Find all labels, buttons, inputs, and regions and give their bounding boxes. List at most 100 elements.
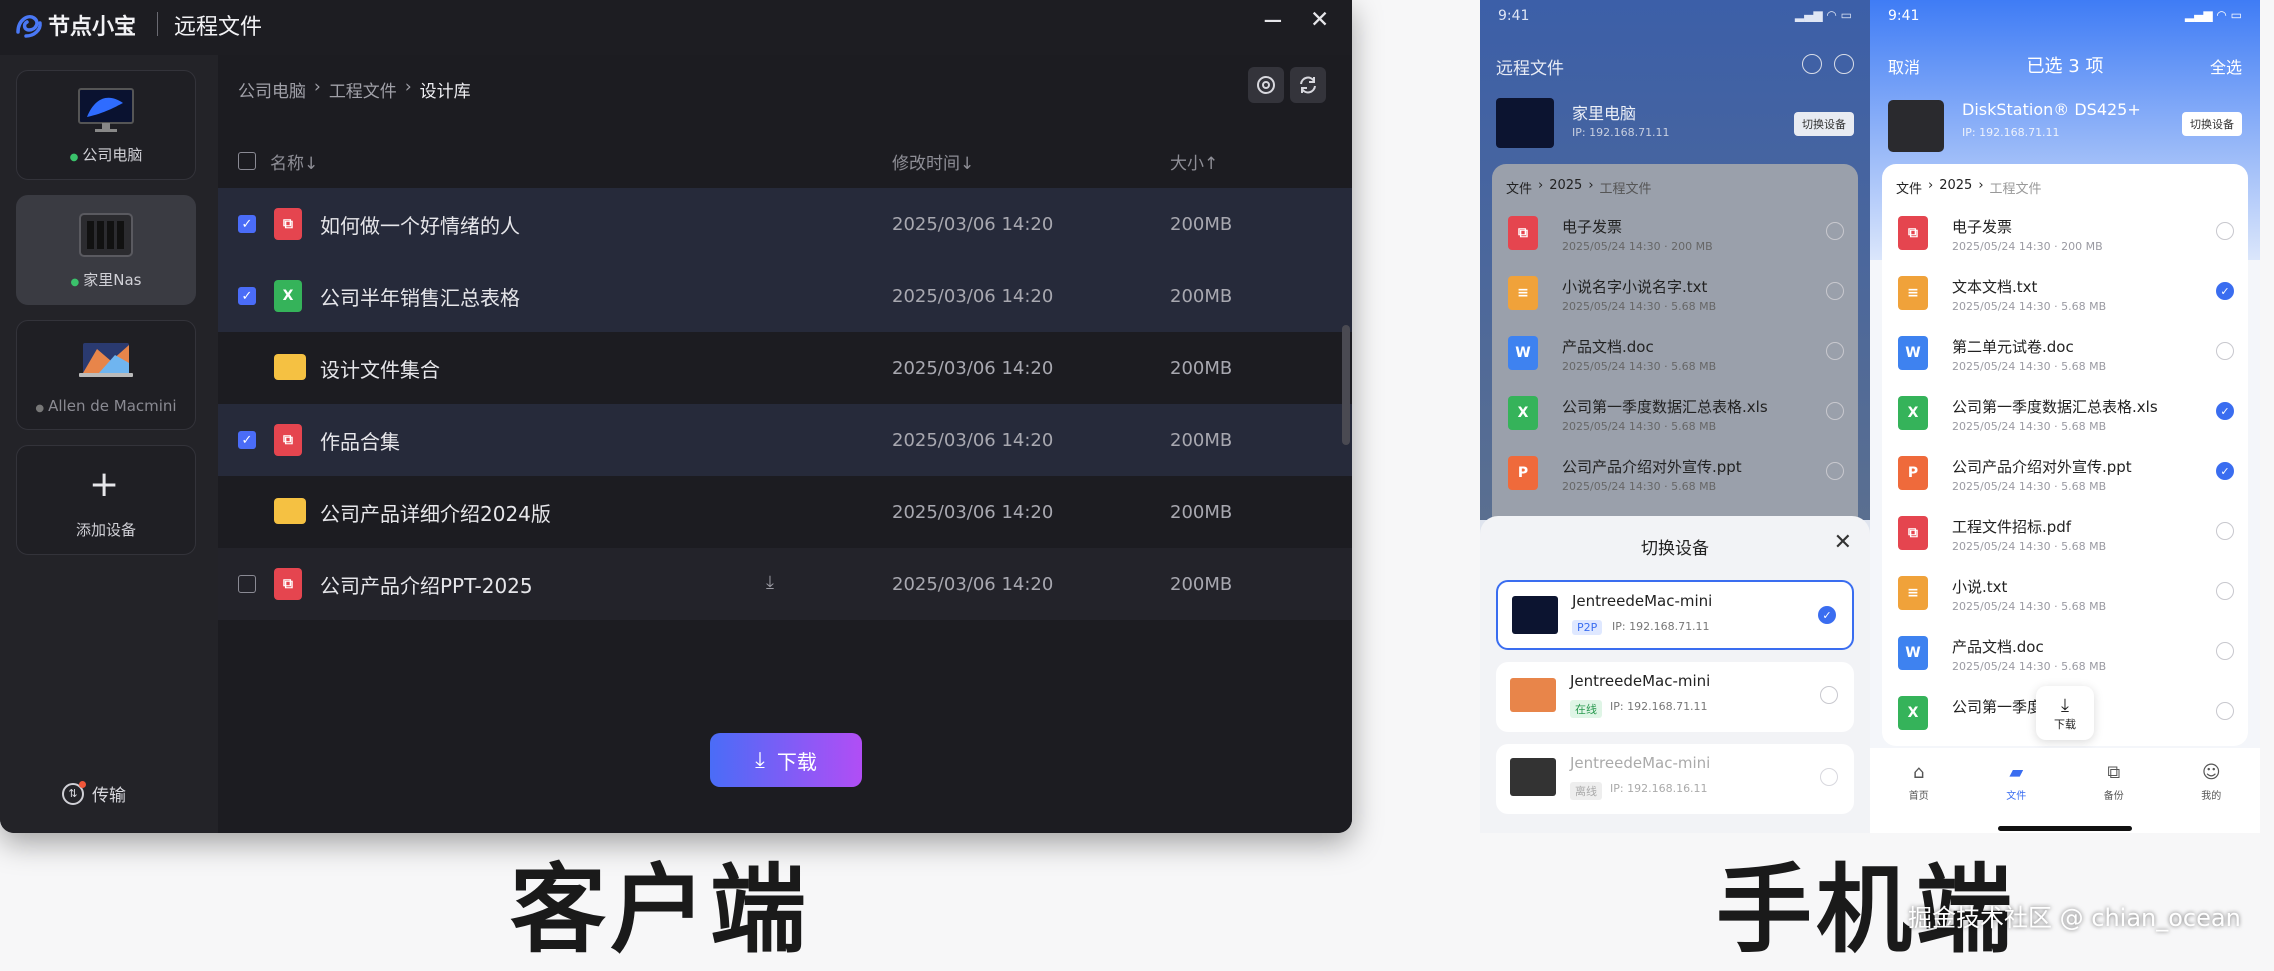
settings-icon[interactable] [1834,54,1854,74]
column-modified[interactable]: 修改时间↓ [892,149,974,174]
crumb[interactable]: 文件 [1506,178,1532,197]
pdf-icon: ⧉ [1508,216,1538,250]
folder-icon: ▰ [2009,762,2024,783]
row-radio[interactable] [1826,222,1844,240]
switch-device-button[interactable]: 切换设备 [1794,112,1854,136]
column-name[interactable]: 名称↓ [270,149,318,174]
device-item-home-nas[interactable]: ● 家里Nas [16,195,196,305]
row-checkbox[interactable]: ✓ [238,287,256,305]
list-item[interactable]: ⧉ 工程文件招标.pdf 2025/05/24 14:30 · 5.68 MB [1882,504,2248,564]
row-radio[interactable] [2216,222,2234,240]
breadcrumb: 文件 › 2025 › 工程文件 [1896,178,2042,197]
download-row-icon[interactable]: ⤓ [766,572,774,593]
excel-icon: X [274,280,302,312]
crumb[interactable]: 文件 [1896,178,1922,197]
table-row[interactable]: ✓ X 公司半年销售汇总表格 2025/03/06 14:20 200MB [218,260,1352,332]
row-radio[interactable] [2216,582,2234,600]
list-item[interactable]: ⧉ 电子发票 2025/05/24 14:30 · 200 MB [1492,204,1858,264]
row-radio-checked[interactable]: ✓ [2216,462,2234,480]
selected-count: 已选 3 项 [2026,56,2104,77]
list-item[interactable]: W 产品文档.doc 2025/05/24 14:30 · 5.68 MB [1492,324,1858,384]
crumb[interactable]: 2025 [1939,178,1972,197]
tab-mine[interactable]: ☺ 我的 [2201,762,2221,833]
row-checkbox[interactable]: ✓ [238,431,256,449]
download-button[interactable]: ⤓ 下载 [710,733,862,787]
selected-check-icon[interactable]: ✓ [1818,606,1836,624]
crumb-current: 工程文件 [1989,182,2042,197]
device-name: 家里电脑 [1572,104,1637,123]
row-radio[interactable] [2216,642,2234,660]
list-item[interactable]: W 第二单元试卷.doc 2025/05/24 14:30 · 5.68 MB [1882,324,2248,384]
row-radio-checked[interactable]: ✓ [2216,402,2234,420]
file-name: 公司产品介绍对外宣传.ppt [1562,458,1742,476]
row-radio[interactable] [2216,342,2234,360]
row-radio[interactable] [1820,686,1838,704]
word-icon: W [1508,336,1538,370]
close-button[interactable]: ✕ [1310,7,1329,33]
table-row[interactable]: 设计文件集合 2025/03/06 14:20 200MB [218,332,1352,404]
crumb[interactable]: 2025 [1549,178,1582,197]
list-item[interactable]: W 产品文档.doc 2025/05/24 14:30 · 5.68 MB [1882,624,2248,684]
device-item-company-pc[interactable]: ● 公司电脑 [16,70,196,180]
transfer-icon[interactable] [1802,54,1822,74]
tab-backup[interactable]: ⧉ 备份 [2104,762,2124,833]
app-name: 节点小宝 [48,15,137,40]
row-radio[interactable] [2216,522,2234,540]
select-all-checkbox[interactable] [238,152,256,170]
file-meta: 2025/05/24 14:30 · 5.68 MB [1952,600,2107,613]
tab-home[interactable]: ⌂ 首页 [1909,762,1929,833]
file-name: 如何做一个好情绪的人 [320,213,520,238]
list-item[interactable]: ≡ 文本文档.txt 2025/05/24 14:30 · 5.68 MB ✓ [1882,264,2248,324]
add-device-label: 添加设备 [75,521,136,539]
settings-button[interactable] [1248,67,1284,103]
row-radio[interactable] [1820,768,1838,786]
device-item-macmini[interactable]: ● Allen de Macmini [16,320,196,430]
switch-device-button[interactable]: 切换设备 [2182,112,2242,136]
table-header: 名称↓ 修改时间↓ 大小↑ [218,139,1352,183]
row-checkbox[interactable]: ✓ [238,215,256,233]
sheet-device-item[interactable]: JentreedeMac-mini 在线 IP: 192.168.71.11 [1496,662,1854,732]
row-radio[interactable] [1826,462,1844,480]
phone-switch-device: 9:41 ▂▄▆ ◠ ▭ 远程文件 家里电脑 IP: 192.168.71.11… [1480,0,1870,833]
row-radio[interactable] [2216,702,2234,720]
device-ip: IP: 192.168.71.11 [1610,700,1708,713]
breadcrumb-item[interactable]: 工程文件 [329,77,397,102]
sheet-device-item[interactable]: JentreedeMac-mini 离线 IP: 192.168.16.11 [1496,744,1854,814]
word-icon: W [1898,636,1928,670]
list-item[interactable]: ≡ 小说名字小说名字.txt 2025/05/24 14:30 · 5.68 MB [1492,264,1858,324]
row-radio-checked[interactable]: ✓ [2216,282,2234,300]
pdf-icon: ⧉ [274,208,302,240]
table-row[interactable]: 公司产品详细介绍2024版 2025/03/06 14:20 200MB [218,476,1352,548]
list-item[interactable]: ⧉ 电子发票 2025/05/24 14:30 · 200 MB [1882,204,2248,264]
list-item[interactable]: P 公司产品介绍对外宣传.ppt 2025/05/24 14:30 · 5.68 M… [1492,444,1858,504]
row-radio[interactable] [1826,342,1844,360]
breadcrumb: 文件 › 2025 › 工程文件 [1506,178,1652,197]
list-item[interactable]: X 公司第一季度数据汇总表格.xls 2025/05/24 14:30 · 5.68… [1492,384,1858,444]
table-row[interactable]: ✓ ⧉ 作品合集 2025/03/06 14:20 200MB [218,404,1352,476]
list-item[interactable]: P 公司产品介绍对外宣传.ppt 2025/05/24 14:30 · 5.68 M… [1882,444,2248,504]
row-radio[interactable] [1826,402,1844,420]
refresh-button[interactable] [1290,67,1326,103]
home-icon: ⌂ [1913,762,1925,783]
list-item[interactable]: X 公司第一季度数据汇总表格.xls 2025/05/24 14:30 · 5.68… [1882,384,2248,444]
table-row[interactable]: ⧉ 公司产品介绍PPT-2025 ⤓ 2025/03/06 14:20 200M… [218,548,1352,620]
sheet-device-item[interactable]: JentreedeMac-mini P2P IP: 192.168.71.11 … [1496,580,1854,650]
device-tag: 离线 [1570,782,1602,800]
device-ip: IP: 192.168.71.11 [1572,126,1670,139]
close-icon[interactable]: ✕ [1834,530,1852,555]
scrollbar-thumb[interactable] [1342,325,1350,445]
transfer-button[interactable]: ⇅ 传输 [62,780,126,806]
excel-icon: X [1898,696,1928,730]
breadcrumb-item[interactable]: 公司电脑 [238,77,306,102]
minimize-button[interactable]: − [1262,6,1284,36]
floating-download-button[interactable]: ⤓ 下载 [2036,686,2094,740]
tab-files[interactable]: ▰ 文件 [2006,762,2026,833]
add-device-button[interactable]: + 添加设备 [16,445,196,555]
row-radio[interactable] [1826,282,1844,300]
select-all-button[interactable]: 全选 [2210,54,2242,78]
table-row[interactable]: ✓ ⧉ 如何做一个好情绪的人 2025/03/06 14:20 200MB [218,188,1352,260]
column-size[interactable]: 大小↑ [1170,149,1218,174]
list-item[interactable]: ≡ 小说.txt 2025/05/24 14:30 · 5.68 MB [1882,564,2248,624]
row-checkbox[interactable] [238,575,256,593]
ppt-icon: P [1508,456,1538,490]
